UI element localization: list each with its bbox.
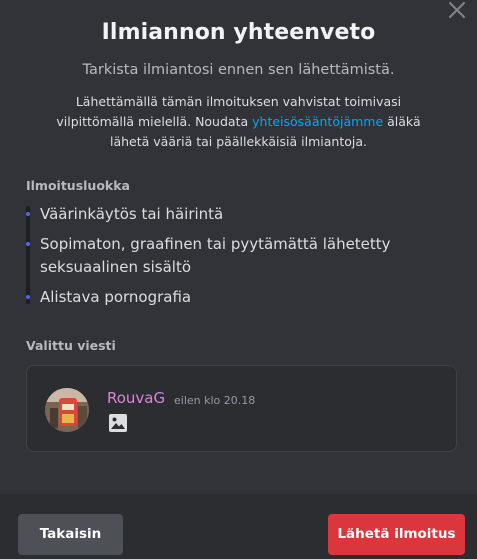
image-icon <box>108 413 128 433</box>
report-summary-dialog: Ilmiannon yhteenveto Tarkista ilmiantosi… <box>0 0 477 559</box>
avatar[interactable] <box>45 388 89 432</box>
dialog-subtitle: Tarkista ilmiantosi ennen sen lähettämis… <box>82 62 395 78</box>
category-item: Alistava pornografia <box>26 286 446 309</box>
close-button[interactable] <box>447 0 467 20</box>
message-author[interactable]: RouvaG <box>107 389 165 407</box>
category-label: Ilmoitusluokka <box>26 178 130 193</box>
notice-text: Lähettämällä tämän ilmoituksen vahvistat… <box>40 92 437 152</box>
category-item-label: Alistava pornografia <box>40 288 192 306</box>
selected-message-label: Valittu viesti <box>26 338 116 353</box>
close-icon <box>449 2 465 18</box>
category-list: Väärinkäytös tai häirintä Sopimaton, gra… <box>26 200 446 309</box>
selected-message-card: RouvaG eilen klo 20.18 <box>26 365 457 452</box>
category-item: Sopimaton, graafinen tai pyytämättä lähe… <box>26 233 446 279</box>
category-item-label: Sopimaton, graafinen tai pyytämättä lähe… <box>40 235 391 276</box>
bullet-icon <box>26 242 30 246</box>
dialog-footer: Takaisin Lähetä ilmoitus <box>0 494 477 559</box>
bullet-icon <box>26 295 30 299</box>
message-timestamp: eilen klo 20.18 <box>174 394 256 407</box>
community-guidelines-link[interactable]: yhteisösääntöjämme <box>252 114 383 129</box>
back-button[interactable]: Takaisin <box>18 514 123 555</box>
dialog-title: Ilmiannon yhteenveto <box>101 20 376 45</box>
submit-report-button[interactable]: Lähetä ilmoitus <box>328 514 465 555</box>
category-item-label: Väärinkäytös tai häirintä <box>40 205 224 223</box>
category-item: Väärinkäytös tai häirintä <box>26 203 446 226</box>
bullet-icon <box>26 212 30 216</box>
avatar-image <box>45 388 89 432</box>
